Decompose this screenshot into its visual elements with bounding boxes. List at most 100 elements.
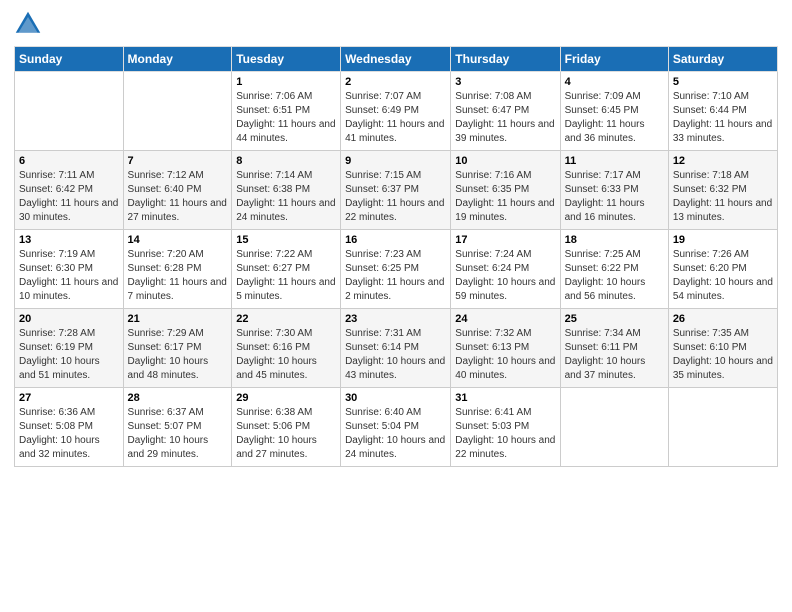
day-cell: 25 Sunrise: 7:34 AMSunset: 6:11 PMDayligh… (560, 309, 668, 388)
logo (14, 10, 46, 38)
day-cell: 4Sunrise: 7:09 AMSunset: 6:45 PMDaylight… (560, 72, 668, 151)
day-number: 15 (236, 234, 336, 246)
day-cell: 19 Sunrise: 7:26 AMSunset: 6:20 PMDayligh… (668, 230, 777, 309)
day-info: Sunrise: 7:28 AMSunset: 6:19 PMDaylight:… (19, 327, 119, 383)
day-info: Sunrise: 7:10 AMSunset: 6:44 PMDaylight:… (673, 90, 773, 146)
day-cell (15, 72, 124, 151)
day-info: Sunrise: 6:37 AMSunset: 5:07 PMDaylight:… (128, 406, 228, 462)
day-number: 17 (455, 234, 555, 246)
day-number: 20 (19, 313, 119, 325)
day-cell: 12 Sunrise: 7:18 AMSunset: 6:32 PMDayligh… (668, 151, 777, 230)
day-info: Sunrise: 7:31 AMSunset: 6:14 PMDaylight:… (345, 327, 446, 383)
day-info: Sunrise: 7:15 AMSunset: 6:37 PMDaylight:… (345, 169, 446, 225)
day-number: 7 (128, 155, 228, 167)
day-number: 4 (565, 76, 664, 88)
day-number: 28 (128, 392, 228, 404)
day-info: Sunrise: 7:17 AMSunset: 6:33 PMDaylight:… (565, 169, 664, 225)
day-info: Sunrise: 7:22 AMSunset: 6:27 PMDaylight:… (236, 248, 336, 304)
day-number: 24 (455, 313, 555, 325)
day-info: Sunrise: 7:30 AMSunset: 6:16 PMDaylight:… (236, 327, 336, 383)
weekday-header-monday: Monday (123, 47, 232, 72)
day-info: Sunrise: 7:07 AMSunset: 6:49 PMDaylight:… (345, 90, 446, 146)
day-cell: 9 Sunrise: 7:15 AMSunset: 6:37 PMDaylight… (341, 151, 451, 230)
day-number: 2 (345, 76, 446, 88)
day-number: 8 (236, 155, 336, 167)
day-cell: 13 Sunrise: 7:19 AMSunset: 6:30 PMDayligh… (15, 230, 124, 309)
day-info: Sunrise: 7:19 AMSunset: 6:30 PMDaylight:… (19, 248, 119, 304)
day-info: Sunrise: 7:18 AMSunset: 6:32 PMDaylight:… (673, 169, 773, 225)
day-number: 26 (673, 313, 773, 325)
weekday-header-friday: Friday (560, 47, 668, 72)
day-cell: 6 Sunrise: 7:11 AMSunset: 6:42 PMDaylight… (15, 151, 124, 230)
day-cell: 2 Sunrise: 7:07 AMSunset: 6:49 PMDaylight… (341, 72, 451, 151)
day-cell: 7 Sunrise: 7:12 AMSunset: 6:40 PMDaylight… (123, 151, 232, 230)
day-cell: 8 Sunrise: 7:14 AMSunset: 6:38 PMDaylight… (232, 151, 341, 230)
day-info: Sunrise: 7:12 AMSunset: 6:40 PMDaylight:… (128, 169, 228, 225)
day-info: Sunrise: 7:35 AMSunset: 6:10 PMDaylight:… (673, 327, 773, 383)
weekday-header-wednesday: Wednesday (341, 47, 451, 72)
day-number: 30 (345, 392, 446, 404)
day-cell: 29 Sunrise: 6:38 AMSunset: 5:06 PMDayligh… (232, 388, 341, 467)
day-number: 31 (455, 392, 555, 404)
day-info: Sunrise: 7:25 AMSunset: 6:22 PMDaylight:… (565, 248, 664, 304)
day-info: Sunrise: 7:06 AMSunset: 6:51 PMDaylight:… (236, 90, 336, 146)
day-info: Sunrise: 7:34 AMSunset: 6:11 PMDaylight:… (565, 327, 664, 383)
day-number: 6 (19, 155, 119, 167)
day-cell: 28 Sunrise: 6:37 AMSunset: 5:07 PMDayligh… (123, 388, 232, 467)
day-info: Sunrise: 7:20 AMSunset: 6:28 PMDaylight:… (128, 248, 228, 304)
day-cell: 15 Sunrise: 7:22 AMSunset: 6:27 PMDayligh… (232, 230, 341, 309)
header (14, 10, 778, 38)
day-cell: 3 Sunrise: 7:08 AMSunset: 6:47 PMDaylight… (451, 72, 560, 151)
day-info: Sunrise: 6:40 AMSunset: 5:04 PMDaylight:… (345, 406, 446, 462)
day-number: 25 (565, 313, 664, 325)
day-cell: 23 Sunrise: 7:31 AMSunset: 6:14 PMDayligh… (341, 309, 451, 388)
day-number: 16 (345, 234, 446, 246)
day-number: 5 (673, 76, 773, 88)
day-number: 21 (128, 313, 228, 325)
day-info: Sunrise: 7:32 AMSunset: 6:13 PMDaylight:… (455, 327, 555, 383)
day-cell: 20 Sunrise: 7:28 AMSunset: 6:19 PMDayligh… (15, 309, 124, 388)
day-info: Sunrise: 7:29 AMSunset: 6:17 PMDaylight:… (128, 327, 228, 383)
day-cell: 5 Sunrise: 7:10 AMSunset: 6:44 PMDaylight… (668, 72, 777, 151)
day-number: 10 (455, 155, 555, 167)
day-number: 29 (236, 392, 336, 404)
weekday-header-tuesday: Tuesday (232, 47, 341, 72)
day-info: Sunrise: 7:08 AMSunset: 6:47 PMDaylight:… (455, 90, 555, 146)
day-cell: 10 Sunrise: 7:16 AMSunset: 6:35 PMDayligh… (451, 151, 560, 230)
calendar: SundayMondayTuesdayWednesdayThursdayFrid… (14, 46, 778, 467)
day-info: Sunrise: 7:14 AMSunset: 6:38 PMDaylight:… (236, 169, 336, 225)
day-number: 9 (345, 155, 446, 167)
day-cell: 16 Sunrise: 7:23 AMSunset: 6:25 PMDayligh… (341, 230, 451, 309)
day-info: Sunrise: 6:41 AMSunset: 5:03 PMDaylight:… (455, 406, 555, 462)
day-number: 1 (236, 76, 336, 88)
day-number: 22 (236, 313, 336, 325)
week-row-3: 13 Sunrise: 7:19 AMSunset: 6:30 PMDayligh… (15, 230, 778, 309)
day-number: 12 (673, 155, 773, 167)
weekday-header-thursday: Thursday (451, 47, 560, 72)
day-info: Sunrise: 7:11 AMSunset: 6:42 PMDaylight:… (19, 169, 119, 225)
day-cell: 24 Sunrise: 7:32 AMSunset: 6:13 PMDayligh… (451, 309, 560, 388)
week-row-4: 20 Sunrise: 7:28 AMSunset: 6:19 PMDayligh… (15, 309, 778, 388)
day-info: Sunrise: 6:38 AMSunset: 5:06 PMDaylight:… (236, 406, 336, 462)
day-number: 19 (673, 234, 773, 246)
day-cell: 21 Sunrise: 7:29 AMSunset: 6:17 PMDayligh… (123, 309, 232, 388)
day-cell: 18 Sunrise: 7:25 AMSunset: 6:22 PMDayligh… (560, 230, 668, 309)
day-number: 13 (19, 234, 119, 246)
day-cell: 26 Sunrise: 7:35 AMSunset: 6:10 PMDayligh… (668, 309, 777, 388)
day-info: Sunrise: 7:23 AMSunset: 6:25 PMDaylight:… (345, 248, 446, 304)
day-cell: 22 Sunrise: 7:30 AMSunset: 6:16 PMDayligh… (232, 309, 341, 388)
logo-icon (14, 10, 42, 38)
day-info: Sunrise: 7:24 AMSunset: 6:24 PMDaylight:… (455, 248, 555, 304)
page: SundayMondayTuesdayWednesdayThursdayFrid… (0, 0, 792, 612)
day-cell (123, 72, 232, 151)
day-info: Sunrise: 7:26 AMSunset: 6:20 PMDaylight:… (673, 248, 773, 304)
day-number: 23 (345, 313, 446, 325)
weekday-header-saturday: Saturday (668, 47, 777, 72)
week-row-5: 27Sunrise: 6:36 AMSunset: 5:08 PMDayligh… (15, 388, 778, 467)
day-info: Sunrise: 7:16 AMSunset: 6:35 PMDaylight:… (455, 169, 555, 225)
day-cell: 27Sunrise: 6:36 AMSunset: 5:08 PMDayligh… (15, 388, 124, 467)
day-number: 3 (455, 76, 555, 88)
day-cell (668, 388, 777, 467)
day-number: 18 (565, 234, 664, 246)
weekday-header-sunday: Sunday (15, 47, 124, 72)
